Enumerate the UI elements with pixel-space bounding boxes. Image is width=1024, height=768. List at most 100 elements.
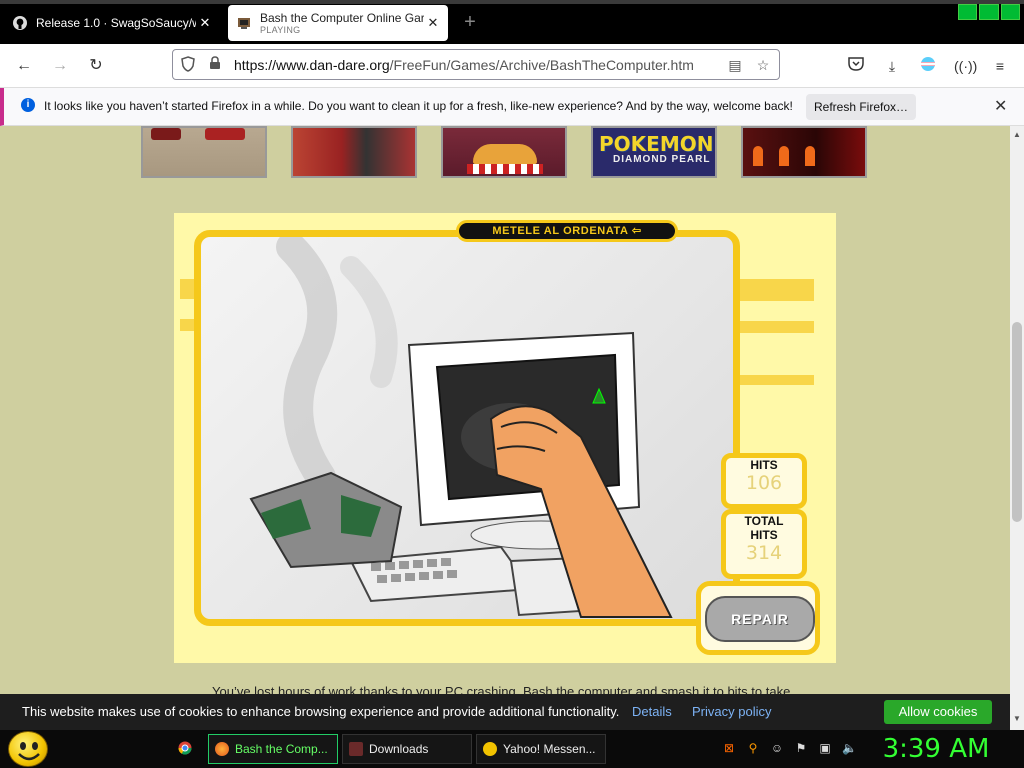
close-icon[interactable]: ✕	[196, 15, 214, 31]
minimize-button[interactable]	[958, 4, 978, 20]
wrench-icon: REPAIR	[705, 596, 815, 642]
taskbar-item-downloads[interactable]: Downloads	[342, 734, 472, 764]
volume-icon[interactable]: 🔈	[842, 741, 857, 755]
action-center-flag-icon[interactable]: ⚑	[794, 741, 808, 755]
navigation-toolbar: ← → ↻ https://www.dan-dare.org/FreeFun/G…	[0, 44, 1024, 88]
taskbar-item-label: Downloads	[369, 742, 429, 756]
allow-cookies-button[interactable]: Allow cookies	[884, 700, 992, 724]
downloads-arrow-icon[interactable]: ⤓	[882, 56, 902, 76]
tab-bash-the-computer[interactable]: Bash the Computer Online Gar PLAYING ✕	[228, 5, 448, 41]
refresh-firefox-notification: i It looks like you haven’t started Fire…	[0, 88, 1024, 126]
car-graphic	[151, 128, 181, 140]
tracking-protection-shield-icon[interactable]	[179, 56, 197, 74]
game-thumbnail-fighting[interactable]	[291, 126, 417, 178]
url-path: /FreeFun/Games/Archive/BashTheComputer.h…	[389, 57, 694, 73]
game-title-banner: METELE AL ORDENATA ⇦	[456, 220, 678, 242]
refresh-firefox-button[interactable]: Refresh Firefox…	[806, 94, 916, 120]
game-title: METELE AL ORDENATA	[492, 225, 629, 237]
pocket-icon[interactable]	[846, 56, 866, 76]
url-text: https://www.dan-dare.org/FreeFun/Games/A…	[234, 57, 694, 73]
browser-window: Release 1.0 · SwagSoSaucy/who ✕ Bash the…	[0, 0, 1024, 768]
address-bar[interactable]: https://www.dan-dare.org/FreeFun/Games/A…	[172, 49, 780, 80]
firefox-icon	[215, 742, 229, 756]
window-graphic	[779, 146, 789, 166]
hits-value: 106	[745, 472, 783, 494]
hits-label: HITS	[750, 458, 778, 472]
bookmark-star-icon[interactable]: ☆	[754, 56, 772, 74]
hits-counter: HITS 106	[721, 453, 807, 509]
burger-graphic	[473, 144, 537, 164]
network-icon[interactable]: ▣	[818, 741, 832, 755]
total-hits-counter: TOTAL HITS 314	[721, 509, 807, 579]
tab-title: Release 1.0 · SwagSoSaucy/who	[36, 16, 196, 30]
tab-github-release[interactable]: Release 1.0 · SwagSoSaucy/who ✕	[4, 5, 220, 41]
chrome-icon[interactable]	[178, 741, 192, 755]
game-canvas[interactable]	[194, 230, 740, 626]
privacy-policy-link[interactable]: Privacy policy	[692, 704, 771, 719]
taskbar-item-firefox[interactable]: Bash the Comp...	[208, 734, 338, 764]
cookie-consent-bar: This website makes use of cookies to enh…	[0, 694, 1010, 730]
details-link[interactable]: Details	[632, 704, 672, 719]
pokemon-sub-logo: DIAMOND PEARL	[613, 154, 711, 165]
notification-message: It looks like you haven’t started Firefo…	[44, 99, 793, 113]
tab-title: Bash the Computer Online Gar PLAYING	[260, 11, 424, 35]
back-icon[interactable]: ←	[14, 56, 34, 76]
close-icon[interactable]: ✕	[424, 15, 442, 31]
start-smiley-icon[interactable]	[8, 731, 48, 767]
tab-bar: Release 1.0 · SwagSoSaucy/who ✕ Bash the…	[0, 0, 1024, 44]
tray-emoji-icon[interactable]: ☺	[770, 741, 784, 755]
window-controls	[958, 4, 1020, 20]
search-icon[interactable]: ⚲	[746, 741, 760, 755]
taskbar-clock[interactable]: 3:39 AM	[876, 732, 996, 766]
decor-stripe	[734, 321, 814, 333]
extension-icon[interactable]: ((·))	[954, 56, 977, 76]
tablecloth-graphic	[467, 164, 543, 174]
close-window-button[interactable]	[1000, 4, 1020, 20]
game-thumbnail-racing[interactable]	[141, 126, 267, 178]
taskbar-item-label: Bash the Comp...	[235, 742, 328, 756]
flag-icon: ⇦	[631, 225, 642, 237]
reload-icon[interactable]: ↻	[86, 56, 106, 76]
total-hits-value: 314	[745, 542, 783, 564]
account-avatar-icon[interactable]	[918, 56, 938, 76]
page-scrollbar[interactable]: ▲ ▼	[1010, 126, 1024, 730]
game-frame[interactable]: METELE AL ORDENATA ⇦ HITS 106 TOTAL HITS…	[174, 213, 836, 663]
game-description: You’ve lost hours of work thanks to your…	[212, 684, 791, 694]
tab-playing-status: PLAYING	[260, 25, 301, 35]
title-strip	[0, 0, 1024, 4]
taskbar-item-yahoo-messenger[interactable]: Yahoo! Messen...	[476, 734, 606, 764]
yahoo-messenger-icon	[483, 742, 497, 756]
pokemon-logo: POKEMON	[599, 132, 714, 156]
cookie-message: This website makes use of cookies to enh…	[22, 704, 620, 719]
decor-stripe	[734, 375, 814, 385]
window-graphic	[753, 146, 763, 166]
game-favicon	[238, 18, 250, 29]
scroll-up-icon[interactable]: ▲	[1010, 130, 1024, 139]
close-notification-icon[interactable]: ✕	[994, 96, 1007, 116]
car-graphic	[205, 128, 245, 140]
page-content: POKEMON DIAMOND PEARL METELE AL ORDENATA…	[0, 126, 1010, 694]
game-thumbnail-burger[interactable]	[441, 126, 567, 178]
downloads-icon	[349, 742, 363, 756]
game-thumbnail-pokemon[interactable]: POKEMON DIAMOND PEARL	[591, 126, 717, 178]
menu-hamburger-icon[interactable]: ≡	[990, 56, 1010, 76]
repair-button[interactable]: REPAIR	[696, 581, 820, 655]
repair-label: REPAIR	[731, 611, 789, 627]
forward-icon[interactable]: →	[50, 56, 70, 76]
url-host: https://www.dan-dare.org	[234, 57, 390, 73]
taskbar: Bash the Comp... Downloads Yahoo! Messen…	[0, 730, 1024, 768]
maximize-button[interactable]	[979, 4, 999, 20]
scroll-down-icon[interactable]: ▼	[1010, 714, 1024, 723]
scrollbar-thumb[interactable]	[1012, 322, 1022, 522]
reader-view-icon[interactable]: ▤	[726, 56, 744, 74]
lock-icon[interactable]	[206, 56, 224, 74]
window-graphic	[805, 146, 815, 166]
info-icon: i	[21, 98, 35, 112]
total-hits-label: TOTAL HITS	[744, 514, 784, 542]
decor-stripe	[734, 279, 814, 301]
tab-title-text: Bash the Computer Online Gar	[260, 11, 424, 25]
game-scene	[249, 237, 673, 618]
new-tab-button[interactable]: +	[460, 10, 480, 34]
game-thumbnail-haunted-house[interactable]	[741, 126, 867, 178]
tray-app-icon[interactable]: ⊠	[722, 741, 736, 755]
